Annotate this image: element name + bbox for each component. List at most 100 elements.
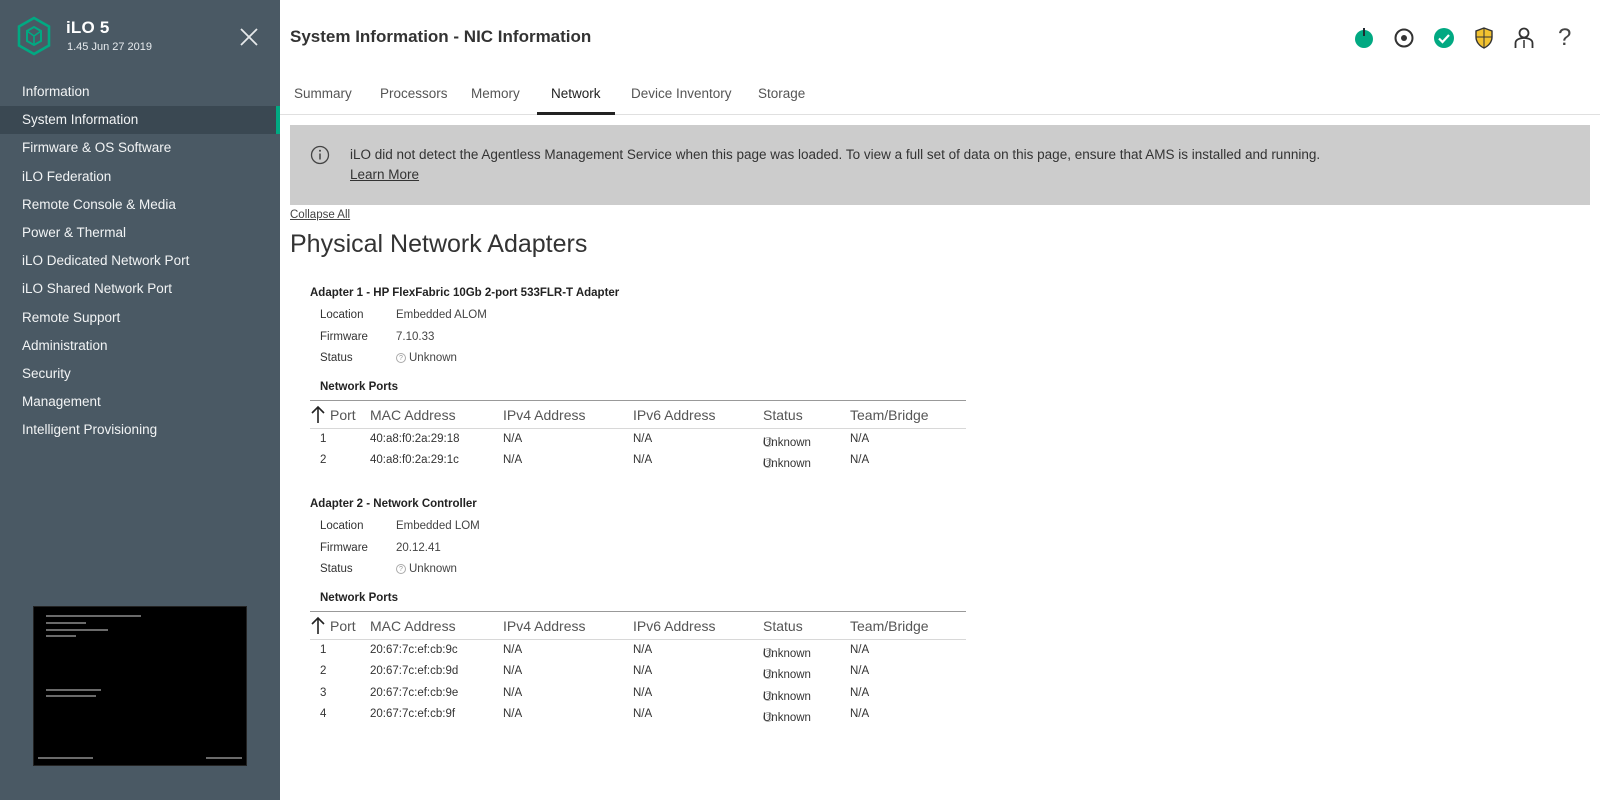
tab-storage[interactable]: Storage (744, 80, 819, 115)
tab-network[interactable]: Network (537, 80, 615, 115)
info-icon (310, 145, 330, 165)
column-header-status[interactable]: Status (763, 618, 803, 634)
user-icon[interactable] (1512, 26, 1536, 50)
team-cell: N/A (850, 708, 870, 720)
table-header: Port MAC Address IPv4 Address IPv6 Addre… (310, 401, 966, 429)
collapse-all-link[interactable]: Collapse All (290, 209, 350, 221)
mac-cell: 20:67:7c:ef:cb:9d (370, 665, 459, 677)
sidebar-item-ilo-federation[interactable]: iLO Federation (0, 163, 280, 191)
status-value: Unknown (409, 563, 457, 575)
status-label: Status (320, 563, 353, 575)
column-header-mac[interactable]: MAC Address (370, 618, 456, 634)
sidebar-item-security[interactable]: Security (0, 360, 280, 388)
team-cell: N/A (850, 454, 870, 466)
column-header-ipv6[interactable]: IPv6 Address (633, 407, 716, 423)
header: System Information - NIC Information ? (280, 0, 1600, 76)
tab-summary[interactable]: Summary (280, 80, 366, 115)
adapter-panel: Adapter 2 - Network Controller Location … (310, 496, 970, 726)
mac-cell: 40:a8:f0:2a:29:18 (370, 432, 460, 445)
remote-console-thumbnail[interactable] (33, 606, 247, 766)
sort-ascending-icon[interactable] (310, 404, 326, 424)
column-header-status[interactable]: Status (763, 407, 803, 423)
port-cell: 4 (320, 708, 327, 720)
column-header-ipv4[interactable]: IPv4 Address (503, 407, 586, 423)
help-icon[interactable]: ? (1558, 26, 1582, 50)
tab-memory[interactable]: Memory (457, 80, 534, 115)
firmware-value: 7.10.33 (396, 330, 435, 343)
sidebar: iLO 5 1.45 Jun 27 2019 Information Syste… (0, 0, 280, 800)
sidebar-item-remote-console-media[interactable]: Remote Console & Media (0, 191, 280, 219)
location-value: Embedded LOM (396, 520, 480, 532)
sidebar-item-management[interactable]: Management (0, 388, 280, 416)
column-header-ipv6[interactable]: IPv6 Address (633, 618, 716, 634)
learn-more-link[interactable]: Learn More (350, 167, 419, 182)
firmware-label: Firmware (320, 330, 368, 343)
section-title: Physical Network Adapters (290, 230, 588, 258)
column-header-ipv4[interactable]: IPv4 Address (503, 618, 586, 634)
table-header: Port MAC Address IPv4 Address IPv6 Addre… (310, 612, 966, 640)
ipv6-cell: N/A (633, 708, 653, 720)
sidebar-item-intelligent-provisioning[interactable]: Intelligent Provisioning (0, 416, 280, 444)
mac-cell: 20:67:7c:ef:cb:9e (370, 686, 459, 699)
location-label: Location (320, 520, 364, 532)
column-header-mac[interactable]: MAC Address (370, 407, 456, 423)
column-header-team[interactable]: Team/Bridge (850, 618, 929, 634)
firmware-value: 20.12.41 (396, 541, 441, 554)
team-cell: N/A (850, 665, 870, 677)
table-row: 2 40:a8:f0:2a:29:1c N/A N/A ? Unknown N/A (310, 450, 966, 472)
adapter-panel: Adapter 1 - HP FlexFabric 10Gb 2-port 53… (310, 285, 970, 472)
tab-processors[interactable]: Processors (366, 80, 462, 115)
sort-ascending-icon[interactable] (310, 615, 326, 635)
mac-cell: 40:a8:f0:2a:29:1c (370, 454, 459, 466)
sidebar-item-remote-support[interactable]: Remote Support (0, 304, 280, 332)
app-version: 1.45 Jun 27 2019 (67, 41, 153, 53)
ipv6-cell: N/A (633, 454, 653, 466)
sidebar-item-firmware-os-software[interactable]: Firmware & OS Software (0, 134, 280, 162)
team-cell: N/A (850, 686, 870, 699)
sidebar-item-system-information[interactable]: System Information (0, 106, 280, 135)
sidebar-item-information[interactable]: Information (0, 78, 280, 106)
status-unknown-icon: ? (396, 564, 406, 574)
ipv6-cell: N/A (633, 686, 653, 699)
table-row: 3 20:67:7c:ef:cb:9e N/A N/A ? Unknown N/A (310, 683, 966, 705)
sidebar-item-ilo-shared-network-port[interactable]: iLO Shared Network Port (0, 275, 280, 303)
status-value: Unknown (409, 352, 457, 364)
close-icon[interactable] (238, 26, 260, 48)
team-cell: N/A (850, 432, 870, 445)
power-icon[interactable] (1352, 26, 1376, 50)
port-cell: 2 (320, 665, 327, 677)
sidebar-item-administration[interactable]: Administration (0, 332, 280, 360)
column-header-port[interactable]: Port (330, 407, 356, 423)
locate-icon[interactable] (1392, 26, 1416, 50)
status-text: Unknown (763, 690, 811, 703)
mac-cell: 20:67:7c:ef:cb:9c (370, 643, 458, 656)
adapter-title: Adapter 1 - HP FlexFabric 10Gb 2-port 53… (310, 287, 620, 299)
sidebar-nav: Information System Information Firmware … (0, 78, 280, 444)
adapter-firmware-row: Firmware 20.12.41 (310, 538, 970, 560)
adapter-status-row: Status ? Unknown (310, 348, 970, 370)
tab-bar: Summary Processors Memory Network Device… (280, 80, 1600, 115)
ipv6-cell: N/A (633, 643, 653, 656)
ipv4-cell: N/A (503, 454, 523, 466)
port-cell: 1 (320, 643, 327, 656)
adapter-firmware-row: Firmware 7.10.33 (310, 327, 970, 349)
port-cell: 1 (320, 432, 327, 445)
table-row: 4 20:67:7c:ef:cb:9f N/A N/A ? Unknown N/A (310, 704, 966, 726)
location-label: Location (320, 309, 364, 321)
tab-device-inventory[interactable]: Device Inventory (617, 80, 746, 115)
column-header-team[interactable]: Team/Bridge (850, 407, 929, 423)
health-ok-icon[interactable] (1432, 26, 1456, 50)
ams-warning-banner: iLO did not detect the Agentless Managem… (290, 125, 1590, 205)
security-shield-icon[interactable] (1472, 26, 1496, 50)
adapter-location-row: Location Embedded LOM (310, 516, 970, 538)
sidebar-item-power-thermal[interactable]: Power & Thermal (0, 219, 280, 247)
status-text: Unknown (763, 458, 811, 470)
ipv4-cell: N/A (503, 643, 523, 656)
port-cell: 2 (320, 454, 327, 466)
firmware-label: Firmware (320, 541, 368, 554)
column-header-port[interactable]: Port (330, 618, 356, 634)
app-name: iLO 5 (66, 18, 110, 37)
sidebar-item-ilo-dedicated-network-port[interactable]: iLO Dedicated Network Port (0, 247, 280, 275)
adapter-status-row: Status ? Unknown (310, 559, 970, 581)
ipv4-cell: N/A (503, 665, 523, 677)
